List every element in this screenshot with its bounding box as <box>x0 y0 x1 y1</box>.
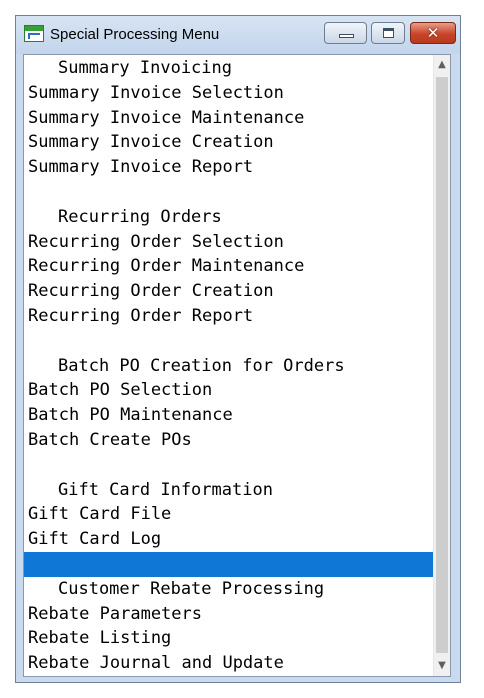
app-window-icon[interactable] <box>24 25 44 42</box>
menu-item[interactable]: Rebate Journal and Update <box>24 651 433 676</box>
menu-section-heading: Summary Invoicing <box>58 58 232 78</box>
menu-item[interactable]: Gift Card File <box>24 502 433 527</box>
close-button[interactable]: ✕ <box>410 22 456 44</box>
close-icon: ✕ <box>426 24 440 42</box>
menu-item[interactable]: Recurring Order Maintenance <box>24 254 433 279</box>
menu-list: Summary Invoicing Summary Invoice Selecti… <box>24 55 433 676</box>
menu-item[interactable]: Summary Invoice Maintenance <box>24 106 433 131</box>
minimize-button[interactable] <box>324 22 367 44</box>
menu-item[interactable]: Summary Invoice Report <box>24 155 433 180</box>
menu-item[interactable]: Rebate Parameters <box>24 602 433 627</box>
scroll-down-arrow-icon[interactable]: ▼ <box>434 656 450 676</box>
vertical-scrollbar[interactable]: ▲ ▼ <box>433 55 450 676</box>
menu-item[interactable]: Recurring Order Selection <box>24 230 433 255</box>
menu-blank-row <box>24 453 433 478</box>
maximize-icon <box>383 28 394 38</box>
menu-item[interactable]: Summary Invoice Creation <box>24 130 433 155</box>
menu-section-heading: Batch PO Creation for Orders <box>58 355 345 376</box>
window-title: Special Processing Menu <box>50 26 220 43</box>
menu-blank-row <box>24 180 433 205</box>
menu-item[interactable]: Gift Card Log <box>24 527 433 552</box>
menu-item[interactable]: Summary Invoice Selection <box>24 81 433 106</box>
menu-item[interactable]: Batch Create POs <box>24 428 433 453</box>
scroll-up-arrow-icon[interactable]: ▲ <box>434 55 450 75</box>
minimize-icon <box>339 34 354 38</box>
menu-section-heading: Customer Rebate Processing <box>58 578 325 599</box>
special-processing-menu-window: Special Processing Menu ✕ Summary Invoic… <box>15 15 461 683</box>
scroll-thumb[interactable] <box>436 77 448 653</box>
menu-item[interactable]: Recurring Order Report <box>24 304 433 329</box>
title-bar[interactable]: Special Processing Menu ✕ <box>16 16 460 54</box>
maximize-button[interactable] <box>371 22 405 44</box>
menu-item[interactable]: Batch PO Selection <box>24 378 433 403</box>
menu-item[interactable]: Rebate Listing <box>24 626 433 651</box>
menu-item[interactable]: Recurring Order Creation <box>24 279 433 304</box>
menu-section-heading: Gift Card Information <box>58 479 273 500</box>
menu-item[interactable]: Batch PO Maintenance <box>24 403 433 428</box>
menu-blank-row <box>24 329 433 354</box>
menu-listbox[interactable]: Summary Invoicing Summary Invoice Selecti… <box>23 54 451 677</box>
menu-section-heading: Recurring Orders <box>58 206 222 227</box>
menu-selected-row[interactable] <box>24 552 433 577</box>
